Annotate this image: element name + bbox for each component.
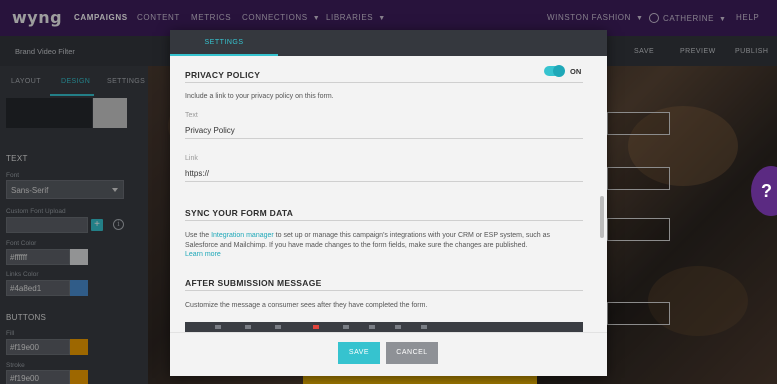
toggle-knob <box>553 65 565 77</box>
toolbar-button-icon[interactable] <box>421 325 427 329</box>
toolbar-button-icon[interactable] <box>245 325 251 329</box>
toolbar-button-icon[interactable] <box>215 325 221 329</box>
cancel-button[interactable]: CANCEL <box>386 342 438 364</box>
toolbar-button-icon[interactable] <box>395 325 401 329</box>
modal-scrollbar[interactable] <box>600 196 604 238</box>
after-submission-heading: AFTER SUBMISSION MESSAGE <box>185 278 322 288</box>
privacy-link-input[interactable]: https:// <box>185 169 209 178</box>
privacy-text-input[interactable]: Privacy Policy <box>185 126 235 135</box>
tab-modal-settings[interactable]: SETTINGS <box>170 30 278 56</box>
toolbar-button-icon[interactable] <box>275 325 281 329</box>
privacy-toggle-label: ON <box>570 67 582 76</box>
integration-manager-link[interactable]: Integration manager <box>211 232 274 239</box>
privacy-text-label: Text <box>185 112 198 119</box>
privacy-policy-heading: PRIVACY POLICY <box>185 70 261 80</box>
privacy-toggle[interactable] <box>544 65 565 77</box>
divider <box>185 82 583 83</box>
save-button[interactable]: SAVE <box>338 342 380 364</box>
sync-description: Use the Integration manager to set up or… <box>185 232 551 258</box>
sync-form-data-heading: SYNC YOUR FORM DATA <box>185 208 294 218</box>
input-underline <box>185 181 583 182</box>
modal-footer: SAVE CANCEL <box>170 332 607 376</box>
settings-modal: SETTINGS PRIVACY POLICY ON Include a lin… <box>170 30 607 376</box>
modal-body: PRIVACY POLICY ON Include a link to your… <box>170 56 607 358</box>
privacy-link-label: Link <box>185 155 198 162</box>
modal-tabs: SETTINGS <box>170 30 607 56</box>
divider <box>185 220 583 221</box>
privacy-description: Include a link to your privacy policy on… <box>185 93 334 100</box>
input-underline <box>185 138 583 139</box>
rich-text-toolbar <box>185 322 583 332</box>
learn-more-link[interactable]: Learn more <box>185 251 221 258</box>
text-color-icon[interactable] <box>313 325 319 329</box>
toolbar-button-icon[interactable] <box>343 325 349 329</box>
toolbar-button-icon[interactable] <box>369 325 375 329</box>
after-submission-description: Customize the message a consumer sees af… <box>185 302 428 309</box>
divider <box>185 290 583 291</box>
